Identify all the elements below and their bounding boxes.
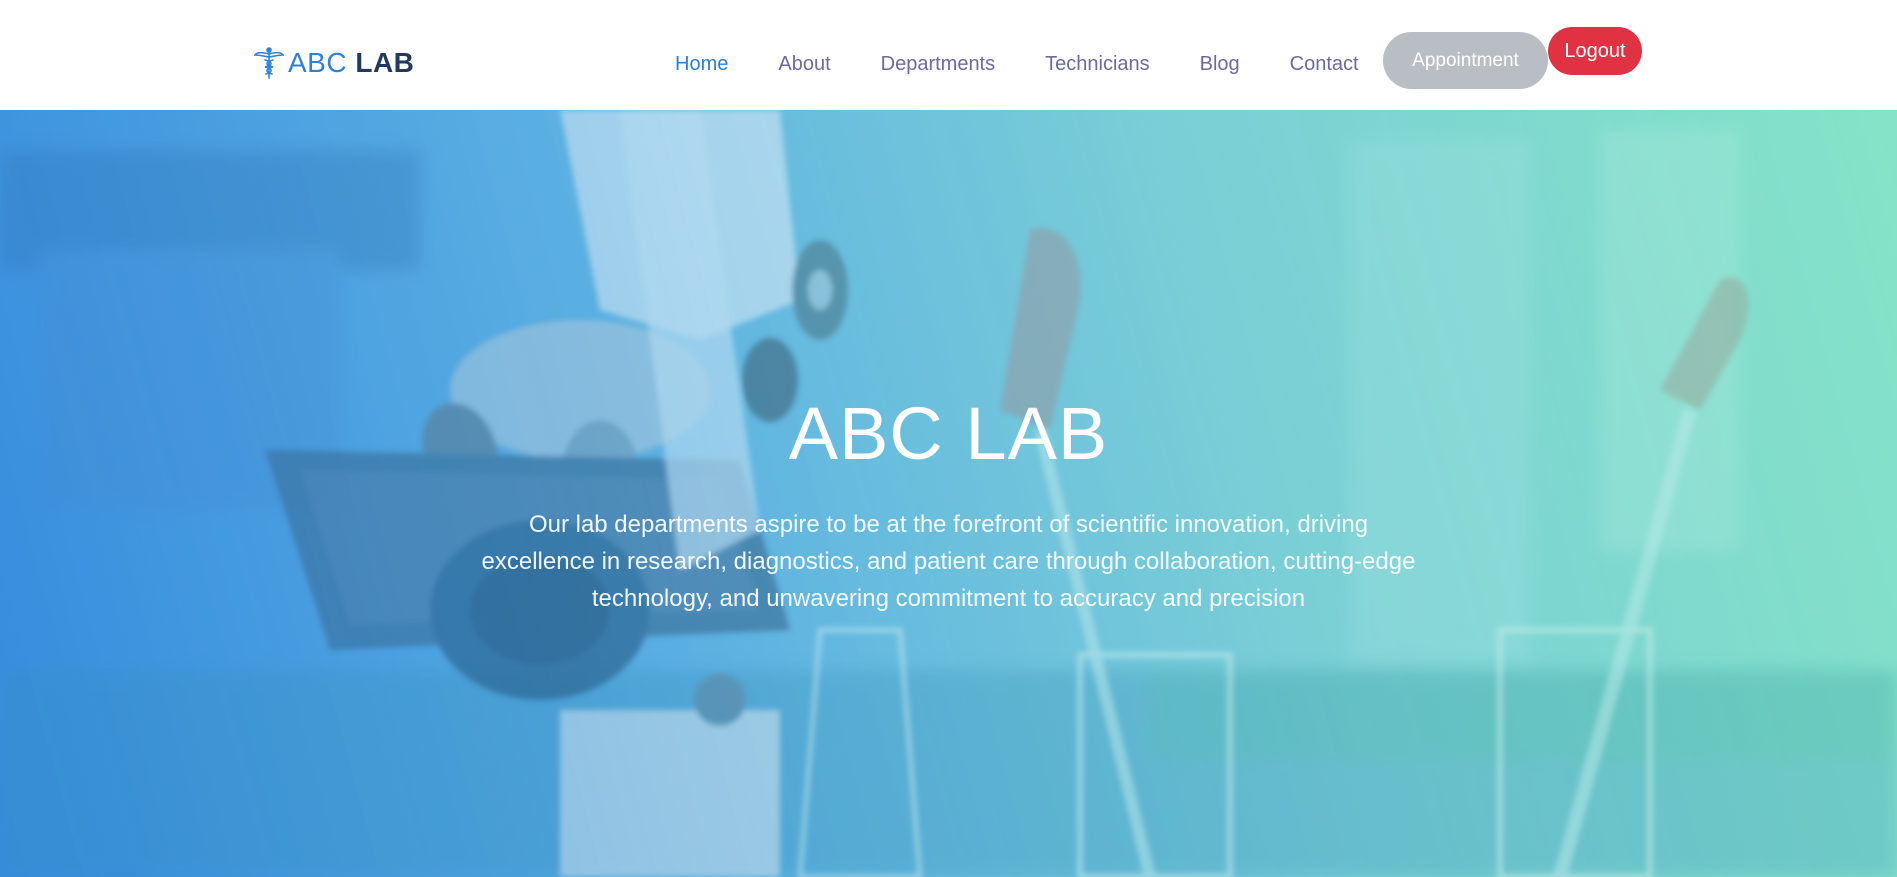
nav-contact[interactable]: Contact — [1265, 47, 1384, 81]
hero-title: ABC LAB — [788, 392, 1109, 475]
caduceus-icon — [254, 47, 284, 79]
hero-description: Our lab departments aspire to be at the … — [481, 511, 1416, 612]
nav-home[interactable]: Home — [650, 47, 753, 81]
nav-blog[interactable]: Blog — [1175, 47, 1265, 81]
logout-button[interactable]: Logout — [1548, 27, 1642, 75]
hero-content: ABC LAB Our lab departments aspire to be… — [480, 388, 1417, 617]
brand-logo[interactable]: ABC LAB — [254, 45, 414, 81]
appointment-button[interactable]: Appointment — [1383, 32, 1548, 89]
hero-section: ABC LAB Our lab departments aspire to be… — [0, 110, 1897, 877]
nav-about[interactable]: About — [753, 47, 855, 81]
navbar: ABC LAB Home About Departments Technicia… — [0, 0, 1897, 110]
main-nav: Home About Departments Technicians Blog … — [650, 47, 1384, 81]
brand-name: ABC LAB — [288, 47, 415, 78]
nav-technicians[interactable]: Technicians — [1020, 47, 1175, 81]
nav-departments[interactable]: Departments — [856, 47, 1021, 81]
